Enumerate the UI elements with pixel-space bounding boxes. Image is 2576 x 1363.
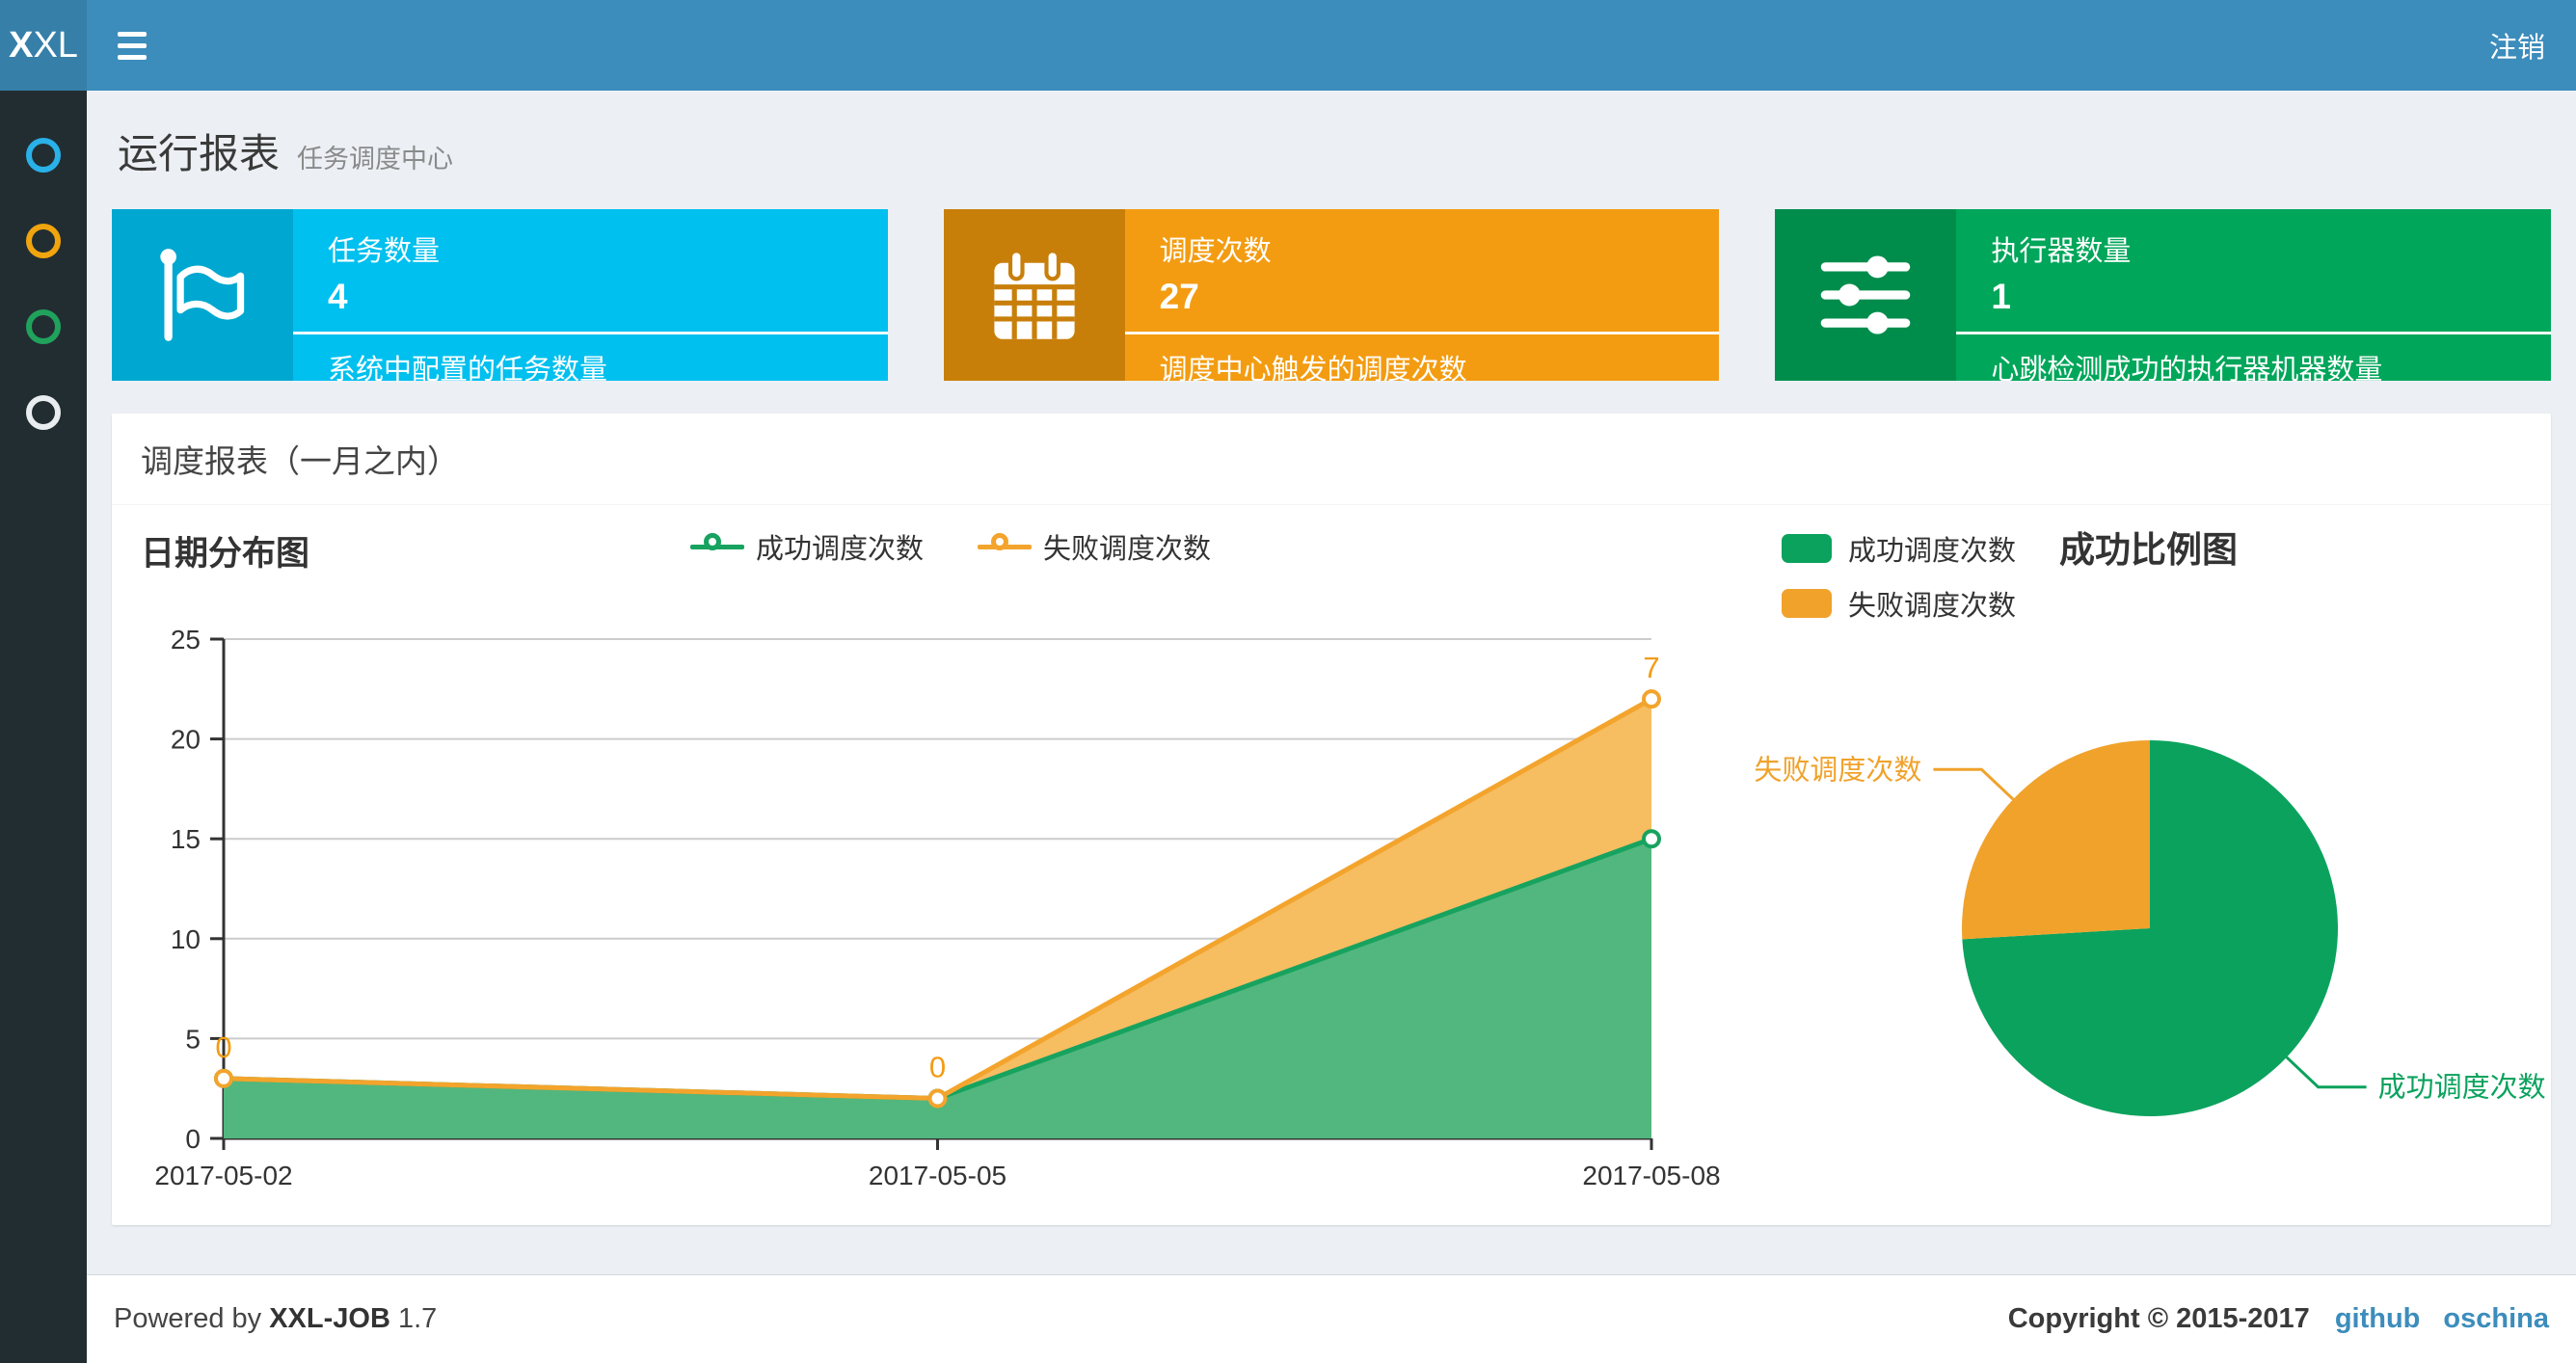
- point-成功调度次数: [1642, 829, 1661, 849]
- stat-card-body: 执行器数量 1 心跳检测成功的执行器机器数量: [1956, 209, 2552, 386]
- page-header: 运行报表 任务调度中心: [112, 91, 2551, 209]
- panel-title: 调度报表（一月之内）: [112, 414, 2551, 505]
- y-tick-label: 15: [171, 824, 201, 854]
- navbar-body: 注销: [87, 0, 2576, 91]
- stat-card-divider: [1956, 332, 2552, 334]
- stat-card-value: 4: [328, 277, 348, 316]
- stat-card-body: 任务数量 4 系统中配置的任务数量: [293, 209, 888, 386]
- product-name: XXL-JOB: [269, 1303, 390, 1334]
- stat-card-desc: 调度中心触发的调度次数: [1159, 355, 1467, 386]
- copyright-area: Copyright © 2015-2017 github oschina: [2008, 1303, 2549, 1335]
- stat-card-body: 调度次数 27 调度中心触发的调度次数: [1124, 209, 1720, 386]
- y-tick-label: 10: [171, 924, 201, 954]
- x-tick-label: 2017-05-02: [154, 1161, 292, 1190]
- circle-icon: [26, 223, 61, 258]
- stat-card-value: 27: [1159, 277, 1199, 316]
- app-logo[interactable]: X XL: [0, 0, 87, 91]
- point-label: 0: [929, 1051, 946, 1084]
- stat-card-label: 任务数量: [328, 236, 441, 267]
- circle-icon: [26, 308, 61, 344]
- sliders-icon: [1775, 209, 1957, 381]
- pie-chart: 成功调度次数 失败调度次数: [1754, 740, 2546, 1116]
- footer-link-oschina[interactable]: oschina: [2443, 1303, 2549, 1335]
- product-version: 1.7: [397, 1303, 438, 1334]
- page-subtitle: 任务调度中心: [297, 145, 454, 174]
- y-tick-label: 20: [171, 725, 201, 755]
- pie-slice-label: 成功调度次数: [2378, 1072, 2546, 1104]
- point-label: 0: [215, 1030, 231, 1064]
- logo-text-bold: X: [9, 24, 34, 66]
- calendar-icon: [943, 209, 1125, 381]
- footer-links: github oschina: [2335, 1303, 2549, 1335]
- pie-slice-失败调度次数: [1962, 740, 2150, 940]
- x-tick-label: 2017-05-08: [1582, 1161, 1720, 1190]
- sidebar-item-1[interactable]: [0, 112, 87, 198]
- y-tick-label: 5: [185, 1024, 201, 1054]
- stat-card-desc: 系统中配置的任务数量: [328, 355, 608, 386]
- stat-card-divider: [293, 332, 888, 334]
- pie-leader-line: [1933, 767, 2015, 801]
- powered-prefix: Powered by: [114, 1303, 262, 1334]
- stat-card-label: 调度次数: [1159, 236, 1272, 267]
- line-chart: 05101520252017-05-02 2017-05-05 2017-05-08…: [154, 625, 1720, 1190]
- point-失败调度次数: [1642, 689, 1661, 709]
- sidebar-item-3[interactable]: [0, 283, 87, 369]
- top-navbar: X XL 注销: [0, 0, 2576, 91]
- flag-icon: [112, 209, 293, 381]
- pie-leader-line: [2285, 1056, 2367, 1089]
- circle-icon: [26, 394, 61, 430]
- content-area: 运行报表 任务调度中心 任务数量 4 系统中配置的任务数量 调度次数 27 调度中心触发的…: [87, 91, 2576, 1225]
- stat-card-1: 任务数量 4 系统中配置的任务数量: [112, 209, 888, 386]
- report-panel: 调度报表（一月之内） 日期分布图 成功调度次数 失败调度次数 成功调度次数 失败调度…: [112, 414, 2551, 1225]
- stat-card-3: 执行器数量 1 心跳检测成功的执行器机器数量: [1775, 209, 2552, 386]
- logo-text: XL: [33, 24, 78, 66]
- stat-card-label: 执行器数量: [1991, 236, 2132, 267]
- stat-card-value: 1: [1991, 277, 2011, 316]
- copyright-text: Copyright © 2015-2017: [2007, 1303, 2310, 1334]
- sidebar-toggle-icon[interactable]: [112, 22, 152, 69]
- stat-cards-row: 任务数量 4 系统中配置的任务数量 调度次数 27 调度中心触发的调度次数 执行器数量 1 心跳…: [112, 209, 2552, 386]
- circle-icon: [26, 137, 61, 173]
- charts-canvas: 05101520252017-05-02 2017-05-05 2017-05-08…: [154, 625, 2546, 1190]
- sidebar-item-2[interactable]: [0, 198, 87, 283]
- stat-card-divider: [1124, 332, 1720, 334]
- y-tick-label: 25: [171, 625, 201, 655]
- stat-card-desc: 心跳检测成功的执行器机器数量: [1991, 355, 2383, 386]
- pie-slice-label: 失败调度次数: [1754, 754, 1921, 786]
- x-tick-label: 2017-05-05: [869, 1161, 1006, 1190]
- page-title: 运行报表: [118, 131, 281, 176]
- point-label: 7: [1643, 651, 1659, 684]
- point-失败调度次数: [214, 1068, 233, 1088]
- point-失败调度次数: [927, 1088, 948, 1109]
- panel-body: 日期分布图 成功调度次数 失败调度次数 成功调度次数 失败调度次数 成功比例图 05…: [112, 505, 2551, 1225]
- powered-by: Powered by XXL-JOB 1.7: [114, 1303, 437, 1335]
- footer-link-github[interactable]: github: [2335, 1303, 2421, 1335]
- logout-link[interactable]: 注销: [2489, 25, 2545, 66]
- sidebar-item-4[interactable]: [0, 369, 87, 455]
- main-footer: Powered by XXL-JOB 1.7 Copyright © 2015-…: [87, 1274, 2576, 1363]
- y-tick-label: 0: [185, 1124, 201, 1154]
- sidebar: [0, 91, 87, 1363]
- stat-card-2: 调度次数 27 调度中心触发的调度次数: [943, 209, 1720, 386]
